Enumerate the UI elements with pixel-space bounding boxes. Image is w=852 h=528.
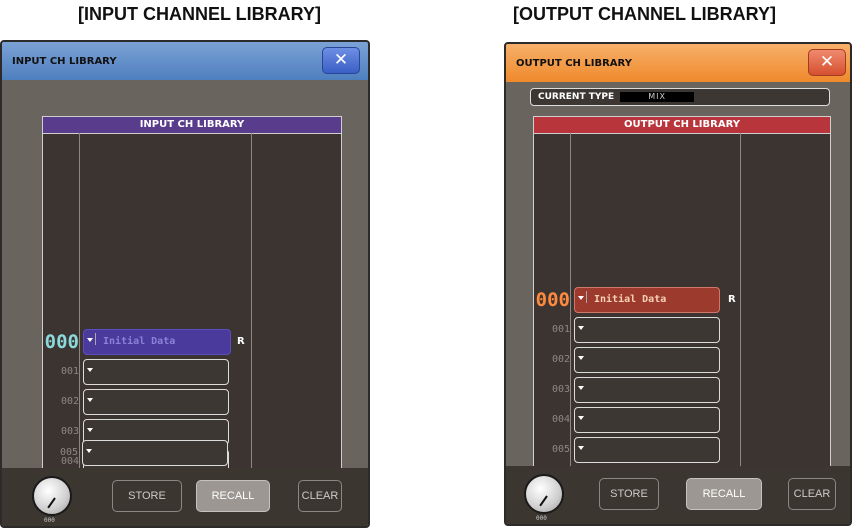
dropdown-arrow-icon[interactable] <box>578 416 584 420</box>
dropdown-arrow-icon[interactable] <box>87 428 93 432</box>
knob-value: 000 <box>536 515 547 522</box>
library-slot[interactable] <box>574 317 720 343</box>
dropdown-arrow-icon[interactable] <box>86 449 92 453</box>
window-title: OUTPUT CH LIBRARY <box>506 44 850 82</box>
scroll-knob[interactable] <box>524 474 564 514</box>
library-slot[interactable] <box>574 407 720 433</box>
output-library-caption: [OUTPUT CHANNEL LIBRARY] <box>513 4 776 24</box>
row-number: 004 <box>551 414 570 425</box>
row-number: 002 <box>60 396 79 407</box>
dropdown-arrow-icon[interactable] <box>578 326 584 330</box>
library-slot[interactable] <box>574 347 720 373</box>
library-slot[interactable] <box>83 389 229 415</box>
row-number: 005 <box>59 447 78 458</box>
input-library-caption: [INPUT CHANNEL LIBRARY] <box>78 4 321 24</box>
dropdown-arrow-icon[interactable] <box>578 446 584 450</box>
divider <box>95 333 96 345</box>
read-only-mark: R <box>237 336 245 347</box>
row-number: 000 <box>44 331 79 353</box>
read-only-mark: R <box>728 294 736 305</box>
dropdown-arrow-icon[interactable] <box>578 296 584 300</box>
library-slot[interactable] <box>574 377 720 403</box>
library-slot[interactable] <box>574 437 720 463</box>
column-divider <box>251 133 252 469</box>
library-slot[interactable] <box>83 359 229 385</box>
library-list: INPUT CH LIBRARY 000 Initial Data R 001 … <box>42 116 342 475</box>
row-number: 000 <box>535 289 570 311</box>
library-list-header: INPUT CH LIBRARY <box>43 117 341 134</box>
library-list-header: OUTPUT CH LIBRARY <box>534 117 830 134</box>
clear-button[interactable]: CLEAR <box>788 478 836 510</box>
slot-name: Initial Data <box>594 294 667 305</box>
dropdown-arrow-icon[interactable] <box>578 356 584 360</box>
row-number: 001 <box>551 324 570 335</box>
recall-button[interactable]: RECALL <box>196 480 270 512</box>
output-ch-library-window: OUTPUT CH LIBRARY ✕ CURRENT TYPE MIX OUT… <box>504 42 852 526</box>
slot-name: Initial Data <box>103 336 176 347</box>
row-number: 003 <box>551 384 570 395</box>
library-toolbar: 000 STORE RECALL CLEAR <box>2 468 368 526</box>
input-ch-library-window: INPUT CH LIBRARY ✕ INPUT CH LIBRARY 000 … <box>0 40 370 528</box>
current-type-label: CURRENT TYPE <box>538 92 615 102</box>
dropdown-arrow-icon[interactable] <box>87 398 93 402</box>
knob-pointer-icon <box>47 497 56 509</box>
current-type-value: MIX <box>620 92 695 102</box>
store-button[interactable]: STORE <box>112 480 182 512</box>
row-number: 001 <box>60 366 79 377</box>
column-divider <box>740 133 741 469</box>
row-number: 005 <box>551 444 570 455</box>
divider <box>586 291 587 303</box>
current-type-field: CURRENT TYPE MIX <box>530 88 830 106</box>
library-slot[interactable]: Initial Data <box>83 329 231 355</box>
window-title: INPUT CH LIBRARY <box>2 42 368 80</box>
clear-button[interactable]: CLEAR <box>298 480 342 512</box>
close-button[interactable]: ✕ <box>322 47 360 74</box>
dropdown-arrow-icon[interactable] <box>87 368 93 372</box>
dropdown-arrow-icon[interactable] <box>87 338 93 342</box>
recall-button[interactable]: RECALL <box>686 478 762 510</box>
close-button[interactable]: ✕ <box>808 49 846 76</box>
row-number: 002 <box>551 354 570 365</box>
knob-pointer-icon <box>539 495 548 507</box>
dropdown-arrow-icon[interactable] <box>578 386 584 390</box>
library-slot[interactable] <box>82 440 228 466</box>
scroll-knob[interactable] <box>32 476 72 516</box>
store-button[interactable]: STORE <box>599 478 659 510</box>
library-list: OUTPUT CH LIBRARY 000 Initial Data R 001… <box>533 116 831 470</box>
knob-value: 000 <box>44 517 55 524</box>
library-slot[interactable]: Initial Data <box>574 287 720 313</box>
library-toolbar: 000 STORE RECALL CLEAR <box>506 466 850 524</box>
